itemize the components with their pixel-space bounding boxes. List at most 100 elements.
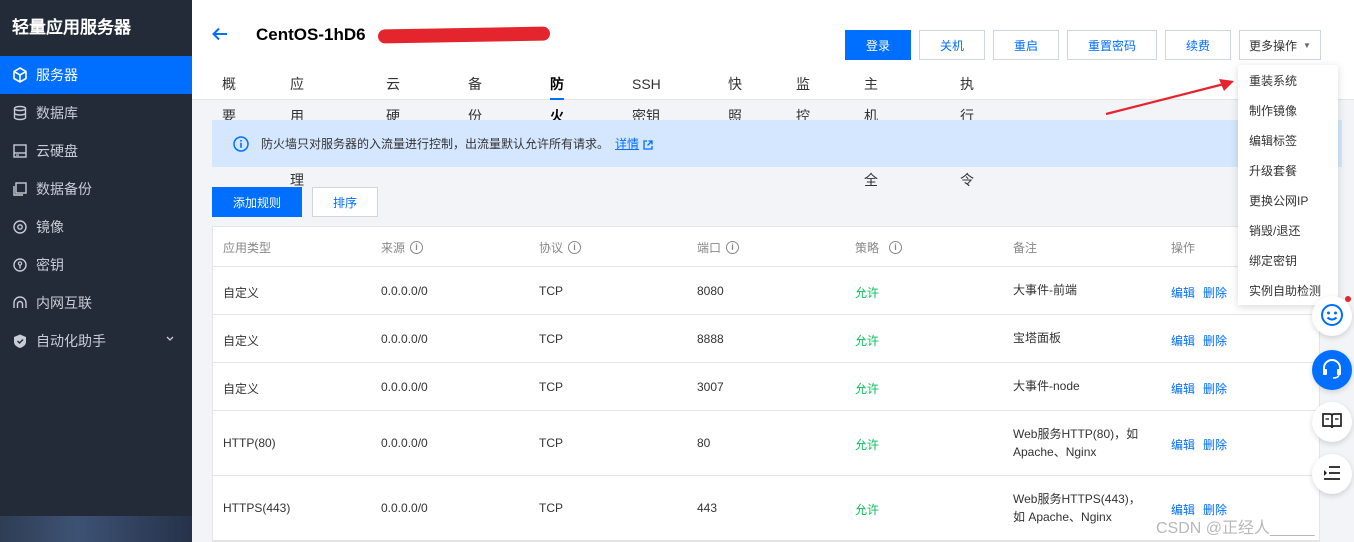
- cell-source: 0.0.0.0/0: [381, 436, 428, 450]
- notification-dot: [1345, 296, 1351, 302]
- sidebar-item-network[interactable]: 内网互联: [0, 284, 192, 322]
- menu-item-self-check[interactable]: 实例自助检测: [1249, 282, 1321, 299]
- tab-snapshots[interactable]: 快照: [728, 68, 742, 124]
- delete-link[interactable]: 删除: [1203, 436, 1227, 453]
- sidebar-item-label: 内网互联: [36, 295, 92, 311]
- cell-protocol: TCP: [539, 380, 563, 394]
- menu-item-edit-tags[interactable]: 编辑标签: [1249, 132, 1297, 149]
- back-arrow-icon[interactable]: [210, 24, 230, 44]
- col-header-type: 应用类型: [223, 241, 272, 255]
- col-header-port: 端口 i: [697, 239, 740, 256]
- cell-port: 80: [697, 436, 711, 450]
- more-actions-menu: 重装系统 制作镜像 编辑标签 升级套餐 更换公网IP 销毁/退还 绑定密钥 实例…: [1238, 65, 1338, 305]
- sidebar-item-disk[interactable]: 云硬盘: [0, 132, 192, 170]
- menu-list-button[interactable]: [1312, 454, 1352, 494]
- cell-port: 3007: [697, 380, 724, 394]
- cell-note: 宝塔面板: [1013, 331, 1062, 345]
- annotation-arrow: [1105, 79, 1234, 116]
- database-icon: [12, 105, 28, 121]
- cell-policy: 允许: [855, 286, 880, 300]
- image-icon: [12, 219, 28, 235]
- tab-cloud-disk[interactable]: 云硬盘: [386, 68, 400, 156]
- reset-password-button[interactable]: 重置密码: [1067, 30, 1157, 60]
- cell-protocol: TCP: [539, 436, 563, 450]
- edit-link[interactable]: 编辑: [1171, 332, 1195, 349]
- menu-item-create-image[interactable]: 制作镜像: [1249, 102, 1297, 119]
- watermark: CSDN @正经人_____: [1156, 520, 1315, 537]
- details-link[interactable]: 详情: [615, 135, 639, 152]
- book-icon: [1321, 410, 1343, 435]
- sidebar-item-label: 自动化助手: [36, 333, 106, 349]
- menu-item-destroy[interactable]: 销毁/退还: [1249, 222, 1300, 239]
- cell-source: 0.0.0.0/0: [381, 501, 428, 515]
- cell-port: 443: [697, 501, 718, 515]
- sidebar-item-backup[interactable]: 数据备份: [0, 170, 192, 208]
- disk-icon: [12, 143, 28, 159]
- delete-link[interactable]: 删除: [1203, 380, 1227, 397]
- menu-item-change-ip[interactable]: 更换公网IP: [1249, 192, 1308, 209]
- tab-app-management[interactable]: 应用管理: [290, 68, 304, 188]
- sidebar-item-label: 数据备份: [36, 181, 92, 197]
- edit-link[interactable]: 编辑: [1171, 284, 1195, 301]
- sidebar-item-key[interactable]: 密钥: [0, 246, 192, 284]
- tab-overview[interactable]: 概要: [222, 68, 236, 124]
- cell-port: 8888: [697, 332, 724, 346]
- tab-backup-points[interactable]: 备份点: [468, 68, 482, 156]
- feedback-button[interactable]: [1312, 296, 1352, 336]
- sidebar-item-automation[interactable]: 自动化助手: [0, 322, 192, 360]
- cell-type: HTTP(80): [223, 436, 276, 450]
- renew-button[interactable]: 续费: [1165, 30, 1231, 60]
- cell-note: 大事件-node: [1013, 379, 1080, 393]
- sidebar-item-server[interactable]: 服务器: [0, 56, 192, 94]
- help-icon[interactable]: i: [726, 241, 740, 254]
- table-row: HTTPS(443) 0.0.0.0/0 TCP 443 允许 Web服务HTT…: [213, 476, 1319, 541]
- delete-link[interactable]: 删除: [1203, 284, 1227, 301]
- col-header-ops: 操作: [1171, 241, 1196, 255]
- sidebar-item-label: 数据库: [36, 105, 78, 121]
- more-actions-button[interactable]: 更多操作 ▼: [1239, 30, 1321, 60]
- sidebar-item-label: 镜像: [36, 219, 64, 235]
- sidebar-item-label: 服务器: [36, 67, 78, 83]
- automation-icon: [12, 333, 28, 349]
- caret-down-icon: ▼: [1303, 40, 1311, 50]
- menu-item-upgrade-plan[interactable]: 升级套餐: [1249, 162, 1297, 179]
- sidebar-item-image[interactable]: 镜像: [0, 208, 192, 246]
- delete-link[interactable]: 删除: [1203, 332, 1227, 349]
- restart-button[interactable]: 重启: [993, 30, 1059, 60]
- shutdown-button[interactable]: 关机: [919, 30, 985, 60]
- edit-link[interactable]: 编辑: [1171, 380, 1195, 397]
- help-icon[interactable]: i: [568, 241, 582, 254]
- table-row: 自定义 0.0.0.0/0 TCP 3007 允许 大事件-node 编辑 删除: [213, 363, 1319, 411]
- cell-source: 0.0.0.0/0: [381, 284, 428, 298]
- tab-monitoring[interactable]: 监控: [796, 68, 810, 124]
- info-banner: 防火墙只对服务器的入流量进行控制，出流量默认允许所有请求。 详情: [212, 120, 1342, 167]
- tab-host-security[interactable]: 主机安全: [864, 68, 878, 188]
- tab-run-command[interactable]: 执行命令: [960, 68, 974, 188]
- help-icon[interactable]: i: [889, 241, 903, 254]
- edit-link[interactable]: 编辑: [1171, 436, 1195, 453]
- add-rule-button[interactable]: 添加规则: [212, 187, 302, 217]
- external-link-icon[interactable]: [643, 139, 653, 150]
- menu-item-reinstall[interactable]: 重装系统: [1249, 72, 1297, 89]
- login-button[interactable]: 登录: [845, 30, 911, 60]
- help-icon[interactable]: i: [410, 241, 424, 254]
- headset-icon: [1320, 357, 1344, 384]
- col-header-protocol: 协议 i: [539, 239, 582, 256]
- sidebar: 轻量应用服务器 服务器 数据库 云硬盘 数据备份 镜像 密钥 内网互联 自动化助…: [0, 0, 192, 542]
- sort-button[interactable]: 排序: [312, 187, 378, 217]
- col-header-policy: 策略 i: [855, 239, 903, 256]
- table-row: HTTP(80) 0.0.0.0/0 TCP 80 允许 Web服务HTTP(8…: [213, 411, 1319, 476]
- cell-policy: 允许: [855, 438, 880, 452]
- chevron-down-icon: [166, 334, 174, 345]
- firewall-rules-table: 应用类型 来源 i 协议 i 端口 i 策略 i 备注 操作 自定义 0.0.0.0/0…: [212, 226, 1320, 542]
- tab-firewall[interactable]: 防火墙: [550, 68, 564, 156]
- docs-button[interactable]: [1312, 402, 1352, 442]
- menu-item-bind-key[interactable]: 绑定密钥: [1249, 252, 1297, 269]
- smile-icon: [1319, 302, 1345, 331]
- sidebar-item-database[interactable]: 数据库: [0, 94, 192, 132]
- table-row: 自定义 0.0.0.0/0 TCP 8080 允许 大事件-前端 编辑 删除: [213, 267, 1319, 315]
- cell-policy: 允许: [855, 503, 880, 517]
- cell-note: 大事件-前端: [1013, 283, 1077, 297]
- tab-ssh-keys[interactable]: SSH密钥: [632, 68, 661, 124]
- support-button[interactable]: [1312, 350, 1352, 390]
